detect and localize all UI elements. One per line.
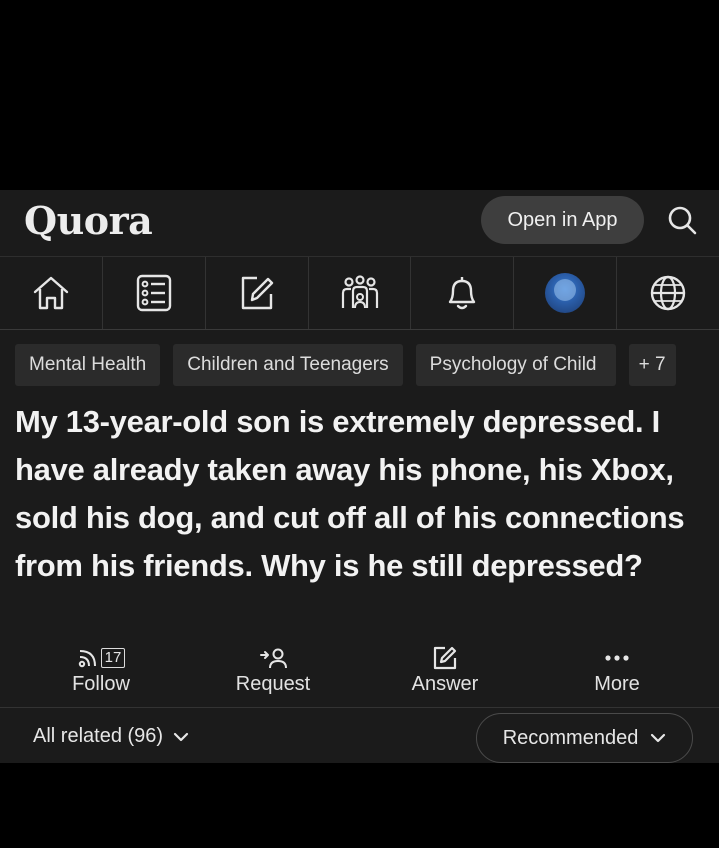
feed-list-icon [136, 274, 171, 312]
pencil-icon [433, 646, 457, 670]
answer-label: Answer [411, 673, 479, 695]
main-nav [0, 256, 719, 330]
topic-chip[interactable]: Children and Teenagers [173, 344, 403, 386]
nav-profile[interactable] [514, 257, 618, 329]
chevron-down-icon [173, 732, 189, 741]
sort-label: Recommended [502, 726, 639, 749]
bell-icon [449, 277, 476, 310]
all-related-label: All related (96) [33, 725, 164, 747]
search-icon[interactable] [664, 202, 700, 238]
more-button[interactable]: More [531, 642, 703, 707]
nav-answer[interactable] [206, 257, 309, 329]
answer-button[interactable]: Answer [359, 642, 531, 707]
chevron-down-icon [651, 733, 666, 743]
follow-button[interactable]: 17 Follow [15, 642, 187, 707]
answers-toolbar: All related (96) Recommended [0, 708, 719, 763]
request-button[interactable]: Request [187, 642, 359, 707]
home-icon [33, 276, 69, 310]
topic-list: Mental Health Children and Teenagers Psy… [15, 344, 719, 386]
request-icon [260, 648, 287, 669]
nav-following[interactable] [103, 257, 206, 329]
topic-chip[interactable]: Psychology of Child [415, 344, 616, 386]
globe-icon [650, 275, 686, 311]
more-topics-chip[interactable]: + 7 [628, 344, 676, 386]
rss-follow-icon [78, 650, 96, 668]
nav-languages[interactable] [617, 257, 719, 329]
follow-label: Follow [72, 673, 130, 695]
open-in-app-button[interactable]: Open in App [481, 196, 644, 244]
nav-spaces[interactable] [309, 257, 412, 329]
quora-app: Quora Open in App Mental Health Children… [0, 190, 719, 763]
nav-notifications[interactable] [411, 257, 515, 329]
request-label: Request [235, 673, 311, 695]
topic-chip[interactable]: Mental Health [15, 344, 161, 386]
spaces-icon [341, 275, 378, 309]
avatar [545, 273, 586, 313]
question-actions: 17 Follow Request Answer More [0, 642, 719, 708]
write-answer-icon [241, 276, 273, 310]
more-label: More [594, 673, 640, 695]
quora-logo[interactable]: Quora [24, 198, 153, 243]
all-related-dropdown[interactable]: All related (96) [33, 725, 189, 748]
sort-dropdown[interactable]: Recommended [476, 713, 693, 763]
ellipsis-icon [605, 655, 629, 661]
question-title[interactable]: My 13-year-old son is extremely depresse… [15, 398, 705, 590]
follow-count: 17 [100, 648, 126, 668]
top-header: Quora Open in App [0, 190, 719, 256]
nav-home[interactable] [0, 257, 103, 329]
